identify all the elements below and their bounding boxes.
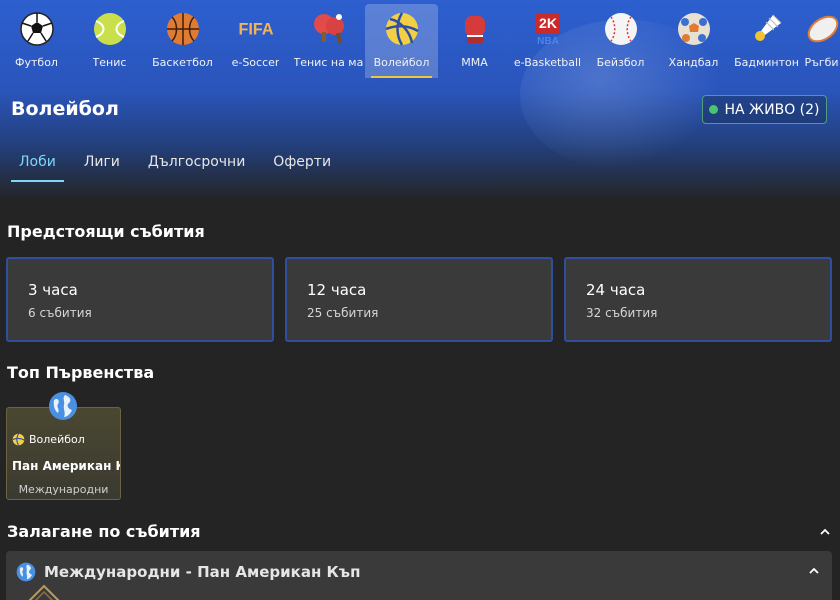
tab-outrights[interactable]: Дългосрочни [140,148,253,180]
time-filter-card[interactable]: 24 часа 32 събития [564,257,832,342]
time-label: 12 часа [307,281,367,299]
page-title: Волейбол [11,98,119,120]
sport-item-handball[interactable]: Хандбал [657,4,730,78]
event-group-header[interactable]: Международни - Пан Американ Къп [6,551,832,600]
svg-text:2K: 2K [539,15,557,31]
chevron-up-icon[interactable] [808,565,820,577]
handball-icon [675,10,713,48]
volleyball-icon [383,10,421,48]
nba2k-icon: 2K NBA [529,10,567,48]
globe-icon [16,562,36,582]
tab-bar: Лоби Лиги Дългосрочни Оферти [11,148,351,182]
league-sport: Волейбол [12,433,85,446]
rugby-icon [803,10,840,48]
sport-item-ebasketball[interactable]: 2K NBA e-Basketball [511,4,584,78]
event-betting-title: Залагане по събития [7,522,201,541]
sport-label: Бейзбол [596,56,645,69]
time-filter-card[interactable]: 3 часа 6 събития [6,257,274,342]
sport-item-basketball[interactable]: Баскетбол [146,4,219,78]
sports-nav: Футбол Тенис Баскетбол FIFA e-Soccer Тен… [0,4,840,80]
sport-item-baseball[interactable]: Бейзбол [584,4,657,78]
upcoming-title: Предстоящи събития [7,222,205,241]
sport-label: e-Soccer [231,56,280,69]
sport-item-esoccer[interactable]: FIFA e-Soccer [219,4,292,78]
globe-icon [49,392,77,420]
basketball-icon [164,10,202,48]
sport-item-volleyball[interactable]: Волейбол [365,4,438,78]
league-name: Пан Американ Къп [12,459,120,473]
shuttlecock-icon [748,10,786,48]
volleyball-icon [12,433,25,446]
time-filter-card[interactable]: 12 часа 25 събития [285,257,553,342]
live-label: НА ЖИВО (2) [724,101,820,118]
baseball-icon [602,10,640,48]
sport-label: e-Basketball [513,56,582,69]
fifa-icon: FIFA [237,10,275,48]
sport-item-rugby[interactable]: Ръгби [803,4,840,78]
sport-item-table-tennis[interactable]: Тенис на маса [292,4,365,78]
table-tennis-icon [310,10,348,48]
sport-label: Баскетбол [152,56,213,69]
event-count: 32 събития [586,306,658,320]
tab-lobby[interactable]: Лоби [11,148,64,182]
svg-text:NBA: NBA [537,36,559,47]
league-country: Международни [18,483,109,496]
event-count: 25 събития [307,306,379,320]
chevron-up-icon[interactable] [819,526,831,538]
sport-label: Волейбол [373,56,430,69]
sport-item-football[interactable]: Футбол [0,4,73,78]
sport-item-badminton[interactable]: Бадминтон [730,4,803,78]
time-label: 24 часа [586,281,646,299]
svg-text:FIFA: FIFA [238,21,273,39]
sport-label: Тенис на маса [293,56,364,69]
soccer-ball-icon [18,10,56,48]
top-leagues-title: Топ Първенства [7,363,155,382]
league-emblem-icon [28,584,60,600]
league-sport-label: Волейбол [29,433,85,446]
sport-label: Бадминтон [734,56,799,69]
tab-leagues[interactable]: Лиги [76,148,128,180]
sport-label: Хандбал [668,56,719,69]
tennis-ball-icon [91,10,129,48]
event-count: 6 събития [28,306,92,320]
sport-label: Тенис [92,56,127,69]
event-group-title: Международни - Пан Американ Къп [44,563,361,581]
sport-item-tennis[interactable]: Тенис [73,4,146,78]
sport-label: Футбол [15,56,58,69]
live-dot-icon [709,105,719,114]
sport-label: Ръгби [804,56,839,69]
sport-label: MMA [461,56,488,69]
time-label: 3 часа [28,281,78,299]
live-button[interactable]: НА ЖИВО (2) [702,95,827,124]
boxing-glove-icon [456,10,494,48]
tab-offers[interactable]: Оферти [265,148,339,180]
sport-item-mma[interactable]: MMA [438,4,511,78]
